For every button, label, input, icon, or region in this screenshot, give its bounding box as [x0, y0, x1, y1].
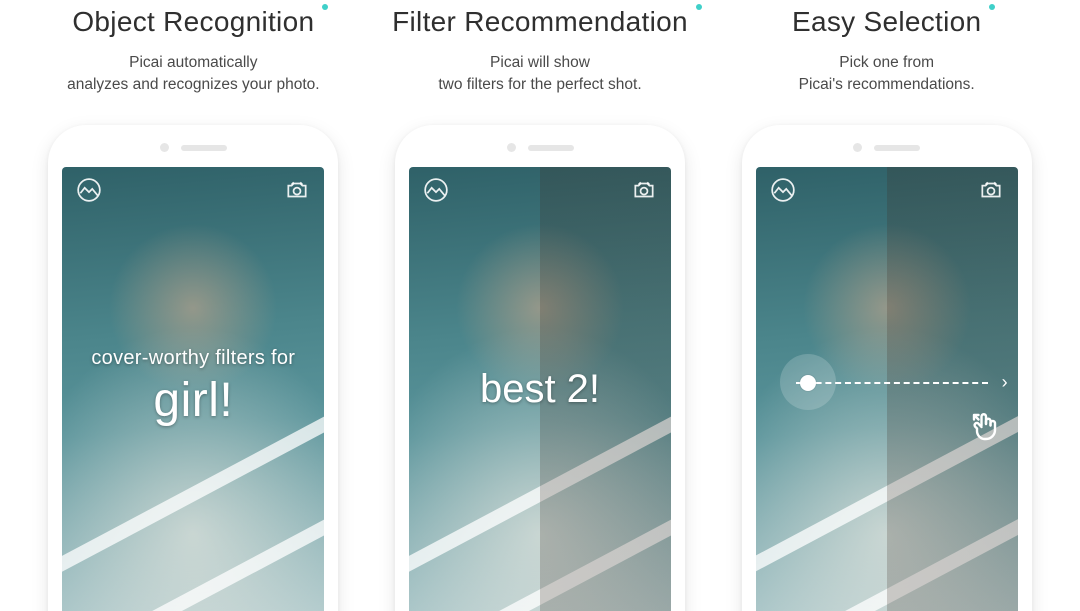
- feature-subtitle: Picai will show two filters for the perf…: [438, 52, 641, 97]
- feature-title: Filter Recommendation: [392, 6, 688, 38]
- feature-filter-recommendation: Filter Recommendation Picai will show tw…: [367, 0, 714, 611]
- filter-slider[interactable]: ›: [796, 382, 1006, 384]
- camera-top-bar: [62, 167, 324, 213]
- gallery-icon[interactable]: [423, 177, 449, 203]
- speaker-icon: [874, 145, 920, 151]
- overlay-line-2: girl!: [62, 373, 324, 428]
- accent-dot-icon: [322, 4, 328, 10]
- phone-screen: ›: [756, 167, 1018, 611]
- feature-easy-selection: Easy Selection Pick one from Picai's rec…: [713, 0, 1060, 611]
- phone-mockup: cover-worthy filters for girl!: [48, 125, 338, 611]
- phone-hardware: [409, 139, 671, 157]
- gallery-icon[interactable]: [76, 177, 102, 203]
- phone-hardware: [756, 139, 1018, 157]
- slider-track: [796, 382, 988, 384]
- feature-subtitle: Picai automatically analyzes and recogni…: [67, 52, 319, 97]
- front-camera-icon: [160, 143, 169, 152]
- camera-top-bar: [756, 167, 1018, 213]
- front-camera-icon: [507, 143, 516, 152]
- feature-subtitle: Pick one from Picai's recommendations.: [799, 52, 975, 97]
- feature-title-text: Object Recognition: [72, 6, 314, 37]
- overlay-line-1: cover-worthy filters for: [62, 347, 324, 370]
- gallery-icon[interactable]: [770, 177, 796, 203]
- phone-screen: best 2!: [409, 167, 671, 611]
- speaker-icon: [528, 145, 574, 151]
- accent-dot-icon: [696, 4, 702, 10]
- pointer-hand-icon: [968, 409, 1004, 445]
- chevron-right-icon: ›: [1002, 373, 1008, 391]
- camera-top-bar: [409, 167, 671, 213]
- feature-title-text: Easy Selection: [792, 6, 981, 37]
- feature-title-text: Filter Recommendation: [392, 6, 688, 37]
- features-row: Object Recognition Picai automatically a…: [0, 0, 1080, 611]
- phone-mockup: best 2!: [395, 125, 685, 611]
- switch-camera-icon[interactable]: [631, 177, 657, 203]
- accent-dot-icon: [989, 4, 995, 10]
- feature-object-recognition: Object Recognition Picai automatically a…: [20, 0, 367, 611]
- slider-knob[interactable]: [800, 375, 816, 391]
- feature-title: Easy Selection: [792, 6, 981, 38]
- feature-title: Object Recognition: [72, 6, 314, 38]
- switch-camera-icon[interactable]: [978, 177, 1004, 203]
- speaker-icon: [181, 145, 227, 151]
- front-camera-icon: [853, 143, 862, 152]
- overlay-line-1: best 2!: [409, 367, 671, 412]
- phone-hardware: [62, 139, 324, 157]
- phone-mockup: ›: [742, 125, 1032, 611]
- switch-camera-icon[interactable]: [284, 177, 310, 203]
- phone-screen: cover-worthy filters for girl!: [62, 167, 324, 611]
